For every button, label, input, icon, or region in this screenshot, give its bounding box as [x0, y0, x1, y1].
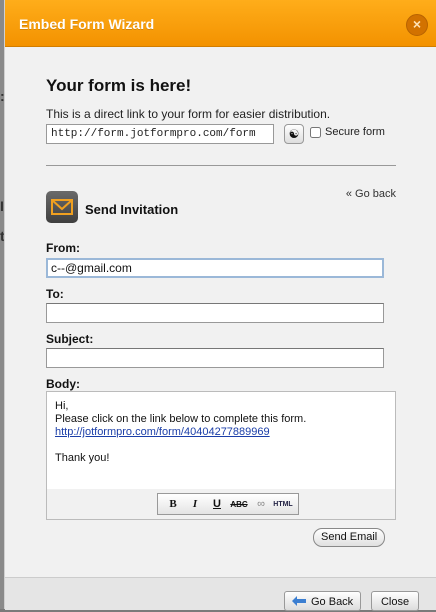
html-button[interactable]: HTML	[272, 501, 294, 508]
close-icon[interactable]: ×	[406, 14, 428, 36]
form-link-description: This is a direct link to your form for e…	[46, 107, 331, 121]
editor-toolbar-area: B I U ABC ∞ HTML	[47, 489, 395, 519]
dialog-title: Embed Form Wizard	[19, 16, 155, 32]
form-ready-heading: Your form is here!	[46, 76, 192, 95]
go-back-button[interactable]: Go Back	[284, 591, 361, 611]
link-button[interactable]: ☯	[284, 124, 304, 144]
underline-button[interactable]: U	[206, 498, 228, 510]
envelope-icon	[46, 191, 78, 223]
divider	[46, 165, 396, 166]
dialog-footer: Go Back Close	[5, 577, 436, 611]
close-button[interactable]: Close	[371, 591, 419, 611]
form-link[interactable]: http://jotformpro.com/form/4040427788996…	[55, 426, 270, 438]
strikethrough-button[interactable]: ABC	[228, 500, 250, 509]
secure-form-checkbox[interactable]	[310, 127, 321, 138]
body-content[interactable]: Hi, Please click on the link below to co…	[55, 400, 306, 465]
go-back-label: Go Back	[311, 596, 354, 608]
format-toolbar: B I U ABC ∞ HTML	[157, 493, 299, 515]
dialog-titlebar: Embed Form Wizard ×	[5, 0, 436, 47]
go-back-link[interactable]: « Go back	[346, 188, 396, 200]
back-arrow-icon	[292, 596, 306, 606]
subject-field[interactable]	[46, 348, 384, 368]
bold-button[interactable]: B	[162, 498, 184, 510]
body-label: Body:	[46, 377, 80, 391]
body-instruction: Please click on the link below to comple…	[55, 413, 307, 425]
body-greeting: Hi,	[55, 400, 69, 412]
secure-form-label: Secure form	[325, 126, 385, 138]
to-field[interactable]	[46, 303, 384, 323]
body-editor[interactable]: Hi, Please click on the link below to co…	[46, 391, 396, 520]
send-invitation-title: Send Invitation	[85, 202, 179, 217]
send-email-button[interactable]: Send Email	[313, 528, 386, 547]
body-signoff: Thank you!	[55, 452, 110, 464]
italic-button[interactable]: I	[184, 498, 206, 510]
embed-form-wizard-dialog: Embed Form Wizard × Your form is here! T…	[4, 0, 436, 611]
from-label: From:	[46, 241, 80, 255]
insert-link-button[interactable]: ∞	[250, 498, 272, 510]
from-field[interactable]	[46, 258, 384, 278]
link-icon: ☯	[288, 127, 300, 141]
to-label: To:	[46, 287, 64, 301]
form-url-input[interactable]	[46, 124, 274, 144]
subject-label: Subject:	[46, 332, 94, 346]
